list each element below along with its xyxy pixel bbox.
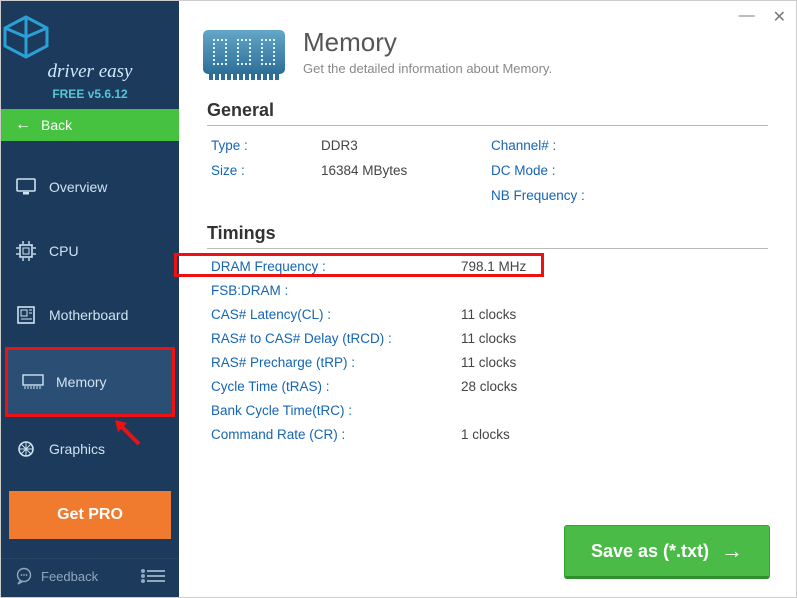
arrow-right-icon: → (721, 538, 743, 564)
feedback-label: Feedback (41, 569, 98, 584)
page-header: Memory Get the detailed information abou… (179, 1, 796, 98)
save-as-txt-button[interactable]: Save as (*.txt) → (564, 525, 770, 579)
sidebar-item-label: Motherboard (49, 307, 128, 323)
label-size: Size : (211, 163, 321, 178)
logo-icon (1, 15, 51, 59)
cpu-icon (15, 240, 37, 262)
minimize-button[interactable]: — (739, 7, 755, 27)
brand-version: FREE v5.6.12 (1, 87, 179, 101)
ram-chip-icon (203, 30, 285, 74)
label-dcmode: DC Mode : (491, 163, 631, 178)
window-controls: — ✕ (739, 7, 786, 27)
sidebar-item-overview[interactable]: Overview (1, 155, 179, 219)
label-tras: Cycle Time (tRAS) : (211, 379, 461, 394)
menu-icon[interactable] (147, 570, 165, 582)
value-trcd: 11 clocks (461, 331, 621, 346)
sidebar-item-label: Graphics (49, 441, 105, 457)
value-trc (461, 403, 621, 418)
label-cr: Command Rate (CR) : (211, 427, 461, 442)
label-type: Type : (211, 138, 321, 153)
sidebar-item-label: Overview (49, 179, 107, 195)
value-size: 16384 MBytes (321, 163, 491, 178)
sidebar-item-memory[interactable]: Memory (8, 350, 172, 414)
page-title: Memory (303, 27, 552, 58)
label-channel: Channel# : (491, 138, 631, 153)
save-label: Save as (*.txt) (591, 541, 709, 562)
motherboard-icon (15, 304, 37, 326)
get-pro-button[interactable]: Get PRO (9, 491, 171, 539)
label-nbfreq: NB Frequency : (491, 188, 631, 203)
nav: Overview CPU Motherboard Me (1, 141, 179, 481)
brand-block: driver easy FREE v5.6.12 (1, 1, 179, 109)
value-nbfreq (631, 188, 768, 203)
general-section: General Type : DDR3 Channel# : Size : 16… (179, 100, 796, 221)
label-trc: Bank Cycle Time(tRC) : (211, 403, 461, 418)
section-title-general: General (207, 100, 768, 126)
value-dram: 798.1 MHz (461, 259, 621, 274)
label-trcd: RAS# to CAS# Delay (tRCD) : (211, 331, 461, 346)
value-channel (631, 138, 768, 153)
label-cas: CAS# Latency(CL) : (211, 307, 461, 322)
sidebar-footer: Feedback (1, 558, 179, 597)
sidebar: driver easy FREE v5.6.12 ← Back Overview… (1, 1, 179, 597)
back-button[interactable]: ← Back (1, 109, 179, 141)
value-cas: 11 clocks (461, 307, 621, 322)
section-title-timings: Timings (207, 223, 768, 249)
value-trp: 11 clocks (461, 355, 621, 370)
chat-icon (15, 567, 33, 585)
value-dcmode (631, 163, 768, 178)
value-fsb (461, 283, 621, 298)
label-dram: DRAM Frequency : (211, 259, 461, 274)
graphics-icon (15, 438, 37, 460)
brand-name: driver easy (1, 61, 179, 83)
back-label: Back (41, 117, 72, 133)
close-button[interactable]: ✕ (773, 7, 786, 27)
main-panel: — ✕ Memory Get the detailed information … (179, 1, 796, 597)
value-type: DDR3 (321, 138, 491, 153)
back-arrow-icon: ← (15, 116, 31, 134)
value-cr: 1 clocks (461, 427, 621, 442)
sidebar-item-label: Memory (56, 374, 107, 390)
feedback-button[interactable]: Feedback (15, 567, 98, 585)
monitor-icon (15, 176, 37, 198)
sidebar-item-graphics[interactable]: Graphics (1, 417, 179, 481)
sidebar-item-label: CPU (49, 243, 79, 259)
label-trp: RAS# Precharge (tRP) : (211, 355, 461, 370)
sidebar-item-motherboard[interactable]: Motherboard (1, 283, 179, 347)
value-tras: 28 clocks (461, 379, 621, 394)
page-subtitle: Get the detailed information about Memor… (303, 61, 552, 76)
label-fsb: FSB:DRAM : (211, 283, 461, 298)
memory-icon (22, 371, 44, 393)
sidebar-item-cpu[interactable]: CPU (1, 219, 179, 283)
timings-section: Timings DRAM Frequency : 798.1 MHz FSB:D… (179, 223, 796, 442)
